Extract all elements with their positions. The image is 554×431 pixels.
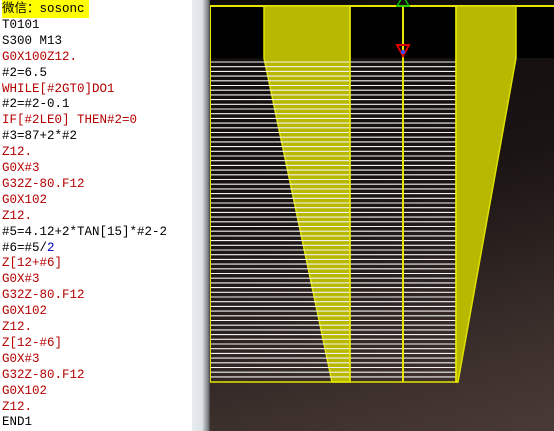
toolpath-canvas	[210, 0, 554, 383]
code-line-text: IF[#2LE0] THEN#2=0	[2, 113, 138, 128]
code-line-text: G32Z-80.F12	[2, 288, 85, 303]
code-line-text: #6=#5/	[2, 240, 48, 255]
code-line-text: Z[12-#6]	[2, 335, 63, 350]
code-line-text: #5=4.12+2*TAN[15]*#2-2	[2, 224, 168, 239]
code-line[interactable]: END1	[2, 413, 32, 431]
code-line-suffix: 2	[47, 240, 55, 255]
code-line-text: #2=#2-0.1	[2, 97, 70, 112]
code-line-text: END1	[2, 415, 33, 430]
code-line-text: G0X#3	[2, 161, 40, 175]
code-line-text: #2=6.5	[2, 65, 48, 80]
code-line-text: S300 M13	[2, 33, 63, 48]
code-line-text: G32Z-80.F12	[2, 176, 85, 191]
simulation-viewport[interactable]	[210, 0, 554, 431]
code-line-text: 微信：sosonc	[2, 2, 85, 16]
code-line-text: G0X#3	[2, 351, 40, 366]
splitter[interactable]	[192, 0, 210, 431]
code-line-text: T0101	[2, 17, 40, 32]
code-line-text: Z12.	[2, 399, 33, 414]
code-line-text: WHILE[#2GT0]DO1	[2, 81, 115, 96]
code-line-text: #3=87+2*#2	[2, 129, 78, 144]
code-line-text: Z12.	[2, 145, 33, 160]
code-line-text: G32Z-80.F12	[2, 367, 85, 382]
tool-tip-dot	[401, 50, 405, 54]
code-line-text: Z12.	[2, 320, 33, 334]
thread-profile-right	[455, 5, 517, 383]
code-line-text: Z[12+#6]	[2, 256, 63, 271]
code-line-text: G0X#3	[2, 272, 40, 287]
code-line-text: G0X102	[2, 383, 48, 398]
code-editor[interactable]: 微信：sosonc T0101 S300 M13 G0X100Z12. #2=6.5 WH…	[0, 0, 192, 431]
code-line-text: G0X102	[2, 192, 48, 207]
code-line-text: G0X100Z12.	[2, 49, 78, 64]
code-line-text: Z12.	[2, 208, 33, 223]
code-line-text: G0X102	[2, 304, 48, 319]
